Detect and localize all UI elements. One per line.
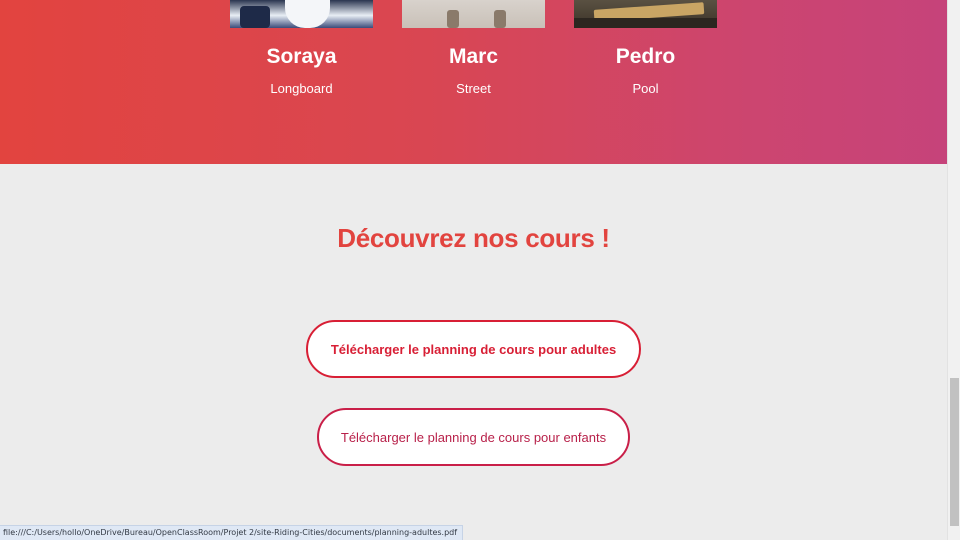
team-member-pedro: Pedro Pool <box>574 0 717 97</box>
team-member-marc: Marc Street <box>402 0 545 97</box>
member-name: Marc <box>448 45 499 68</box>
member-style: Pool <box>632 81 659 96</box>
member-photo <box>574 0 717 28</box>
member-photo <box>402 0 545 28</box>
courses-title: Découvrez nos cours ! <box>337 223 610 253</box>
scrollbar-thumb[interactable] <box>950 378 959 526</box>
member-style: Longboard <box>270 81 333 96</box>
status-bar-link-preview: file:///C:/Users/hollo/OneDrive/Bureau/O… <box>0 525 464 540</box>
team-section: Soraya Longboard Marc Street Pedro Pool <box>0 0 947 164</box>
member-name: Soraya <box>266 45 337 68</box>
page: Soraya Longboard Marc Street Pedro Pool … <box>0 0 947 540</box>
vertical-scrollbar[interactable] <box>947 0 960 540</box>
download-adults-schedule-button[interactable]: Télécharger le planning de cours pour ad… <box>306 320 641 378</box>
browser-viewport: Soraya Longboard Marc Street Pedro Pool … <box>0 0 960 540</box>
member-photo <box>230 0 373 28</box>
member-name: Pedro <box>615 45 676 68</box>
download-children-schedule-button[interactable]: Télécharger le planning de cours pour en… <box>317 408 630 466</box>
member-style: Street <box>456 81 491 96</box>
team-member-soraya: Soraya Longboard <box>230 0 373 97</box>
